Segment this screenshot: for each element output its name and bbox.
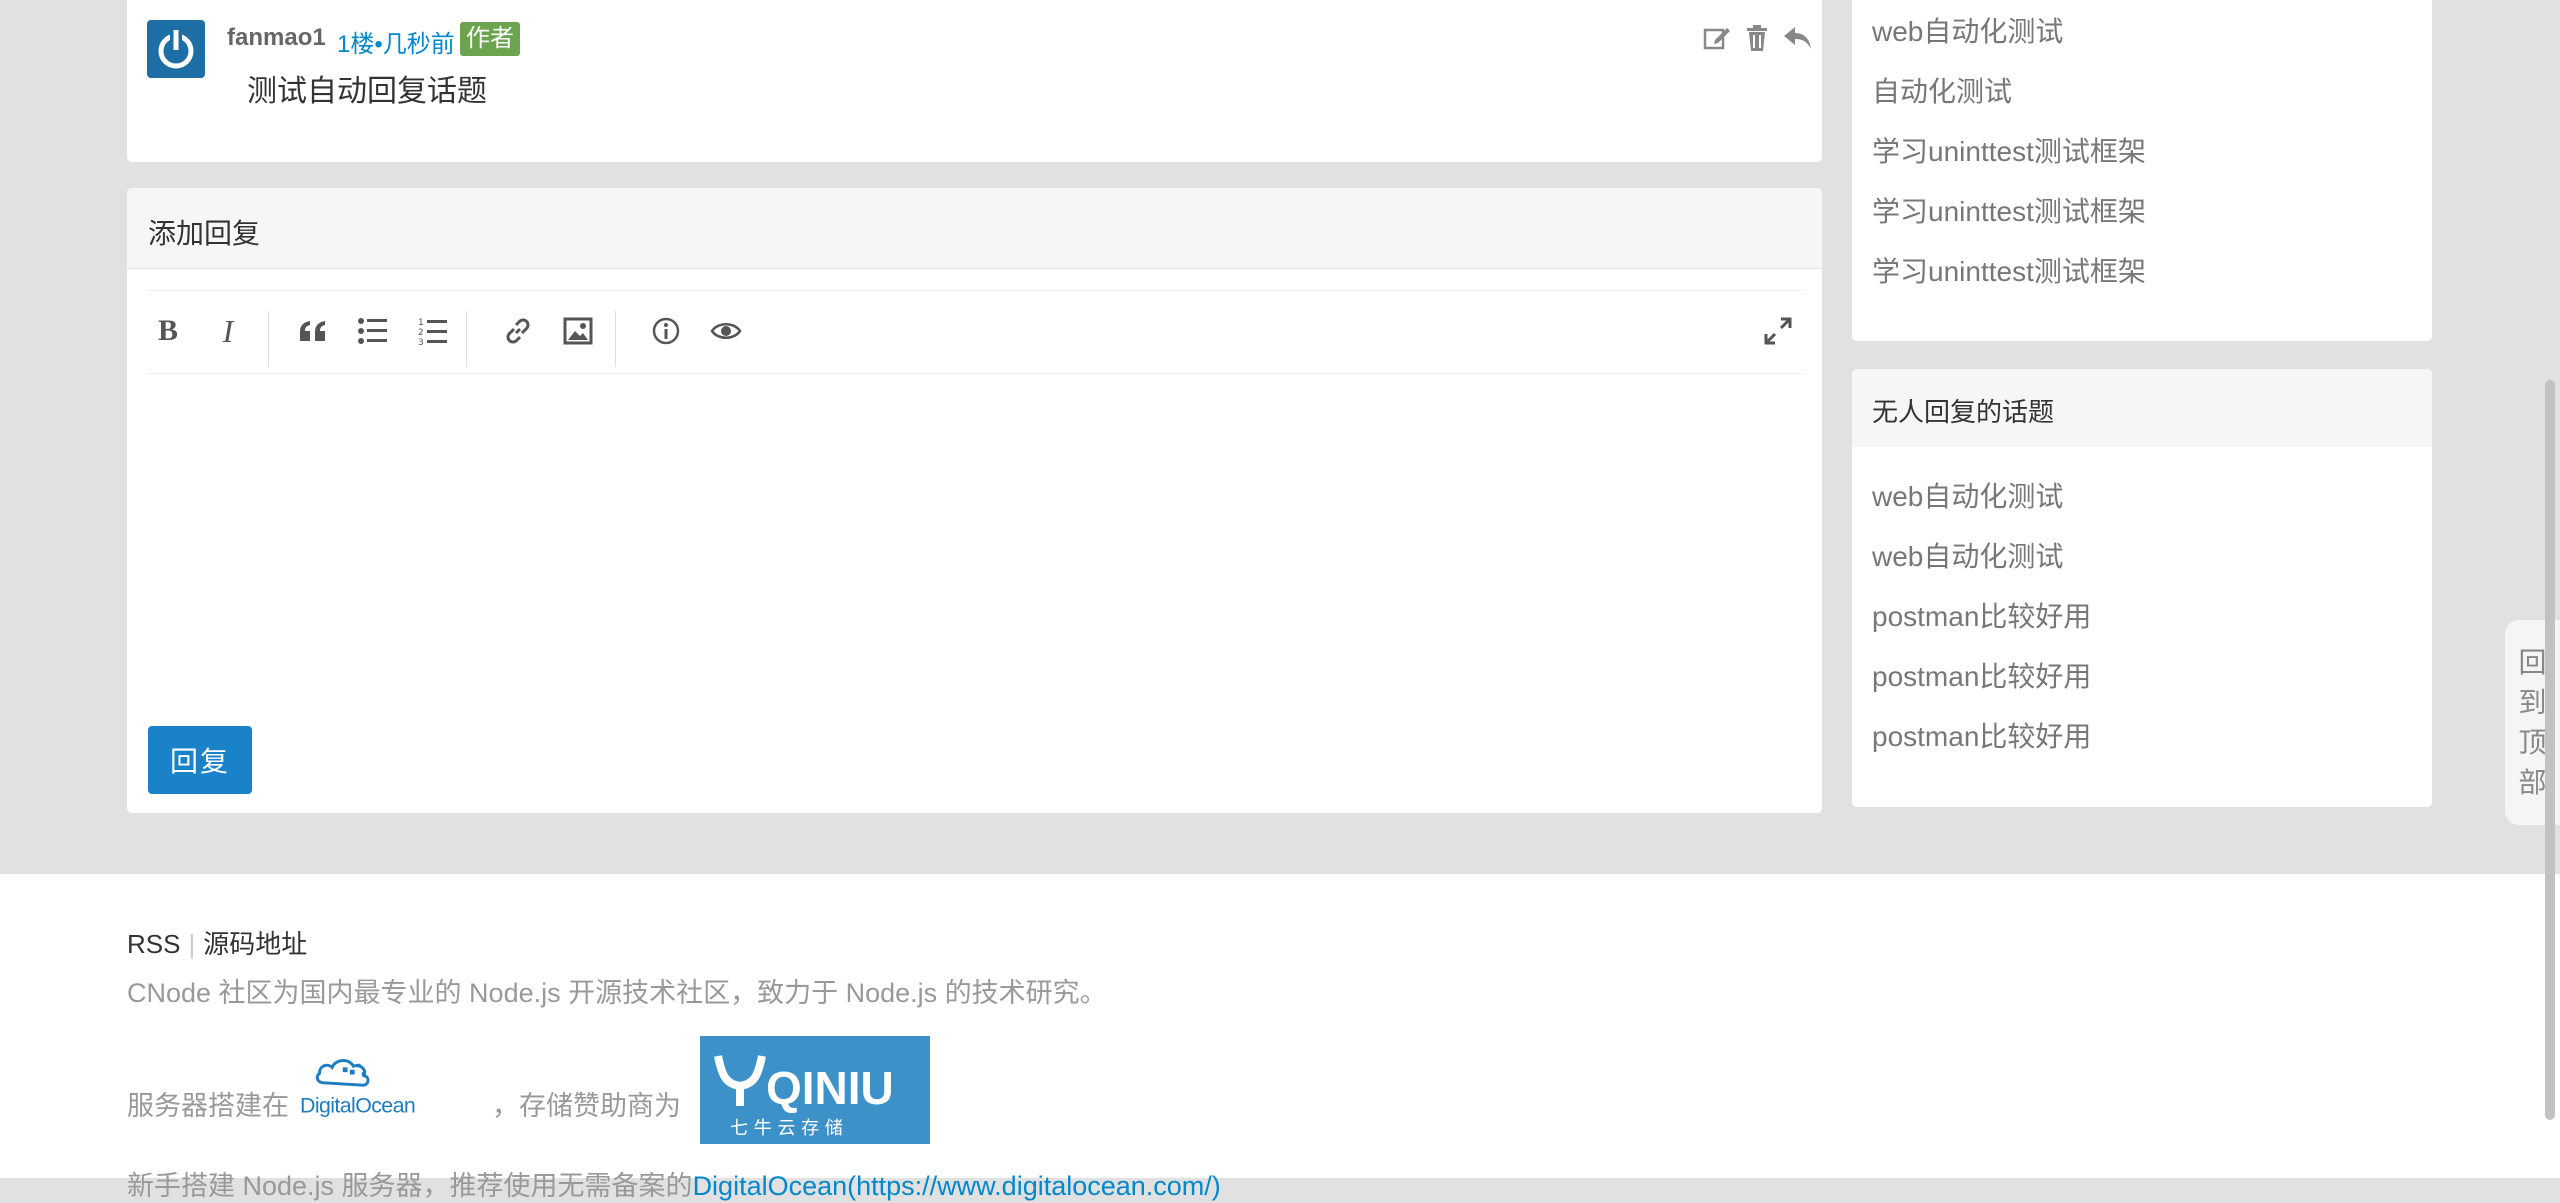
qiniu-logo-text: QINIU [766,1062,894,1114]
quote-icon[interactable] [293,311,333,351]
sidebar-topic-link[interactable]: 学习uninttest测试框架 [1872,182,2146,242]
submit-reply-button[interactable]: 回复 [148,726,252,794]
back-to-top-char: 到 [2518,686,2547,718]
toolbar-divider [268,311,269,367]
reply-icon[interactable] [1781,22,1813,54]
toolbar-divider [466,311,467,367]
back-to-top-char: 顶 [2518,726,2547,758]
user-avatar[interactable] [147,20,205,78]
server-text: 服务器搭建在 [127,1091,289,1121]
add-reply-header: 添加回复 [127,188,1822,269]
edit-icon[interactable] [1701,22,1733,54]
digitalocean-link[interactable]: DigitalOcean(https://www.digitalocean.co… [693,1171,1221,1201]
link-icon[interactable] [498,311,538,351]
storage-text: ，存储赞助商为 [492,1091,681,1121]
fullscreen-icon[interactable] [1758,311,1798,351]
scrollbar-thumb[interactable] [2545,380,2555,1120]
preview-eye-icon[interactable] [706,311,746,351]
sidebar-topics-panel: web自动化测试 自动化测试 学习uninttest测试框架 学习unintte… [1852,0,2432,341]
image-icon[interactable] [558,311,598,351]
footer-divider: | [188,929,196,959]
footer-links: RSS | 源码地址 [127,924,307,961]
svg-text:3: 3 [418,338,424,346]
sidebar-topic-link[interactable]: 学习uninttest测试框架 [1872,122,2146,182]
page-footer: RSS | 源码地址 CNode 社区为国内最专业的 Node.js 开源技术社区，… [0,874,2560,1201]
no-reply-topics-panel: 无人回复的话题 web自动化测试 web自动化测试 postman比较好用 po… [1852,369,2432,807]
power-icon [158,28,194,69]
reply-content: 测试自动回复话题 [247,75,487,108]
reply-author[interactable]: fanmao1 [227,24,326,52]
no-reply-topic-link[interactable]: postman比较好用 [1872,707,2091,767]
no-reply-list: web自动化测试 web自动化测试 postman比较好用 postman比较好… [1872,467,2091,767]
no-reply-topic-link[interactable]: postman比较好用 [1872,587,2091,647]
unordered-list-icon[interactable] [353,311,393,351]
italic-icon[interactable]: I [208,311,248,351]
no-reply-topic-link[interactable]: web自动化测试 [1872,467,2091,527]
reply-editor-textarea[interactable] [148,378,1803,678]
rss-link[interactable]: RSS [127,929,180,959]
no-reply-topic-link[interactable]: postman比较好用 [1872,647,2091,707]
add-reply-title: 添加回复 [148,218,261,249]
digitalocean-logo[interactable]: DigitalOcean [300,1024,490,1144]
qiniu-logo-sub: 七 牛 云 存 储 [730,1118,843,1139]
trash-icon[interactable] [1741,22,1773,54]
toolbar-divider [615,311,616,367]
footer-cut-text: 新手搭建 Node.js 服务器，推荐使用无需备案的 [127,1171,693,1201]
qiniu-logo[interactable]: QINIU 七 牛 云 存 储 [700,1036,930,1144]
no-reply-header: 无人回复的话题 [1852,369,2432,447]
sidebar-topics-list: web自动化测试 自动化测试 学习uninttest测试框架 学习unintte… [1872,2,2146,302]
reply-meta[interactable]: 1楼•几秒前 [337,24,455,59]
svg-text:2: 2 [418,328,424,338]
ordered-list-icon[interactable]: 123 [413,311,453,351]
footer-description: CNode 社区为国内最专业的 Node.js 开源技术社区，致力于 Node.… [127,978,1107,1008]
editor-toolbar: B I 123 [148,290,1803,374]
no-reply-title: 无人回复的话题 [1872,397,2055,427]
footer-cut-line: 新手搭建 Node.js 服务器，推荐使用无需备案的DigitalOcean(h… [127,1164,1221,1203]
no-reply-topic-link[interactable]: web自动化测试 [1872,527,2091,587]
source-link[interactable]: 源码地址 [203,929,307,959]
svg-text:1: 1 [418,318,424,328]
sidebar-topic-link[interactable]: web自动化测试 [1872,2,2146,62]
reply-actions [1701,22,1811,54]
digitalocean-logo-text: DigitalOcean [300,1094,415,1118]
sidebar-topic-link[interactable]: 学习uninttest测试框架 [1872,242,2146,302]
bold-icon[interactable]: B [148,311,188,351]
reply-card: fanmao1 1楼•几秒前 作者 测试自动回复话题 [127,0,1822,162]
back-to-top-char: 部 [2518,766,2547,798]
author-badge: 作者 [460,22,520,56]
sidebar-topic-link[interactable]: 自动化测试 [1872,62,2146,122]
add-reply-panel: 添加回复 B I 123 回复 [127,188,1822,813]
back-to-top-char: 回 [2518,646,2547,678]
info-icon[interactable] [646,311,686,351]
